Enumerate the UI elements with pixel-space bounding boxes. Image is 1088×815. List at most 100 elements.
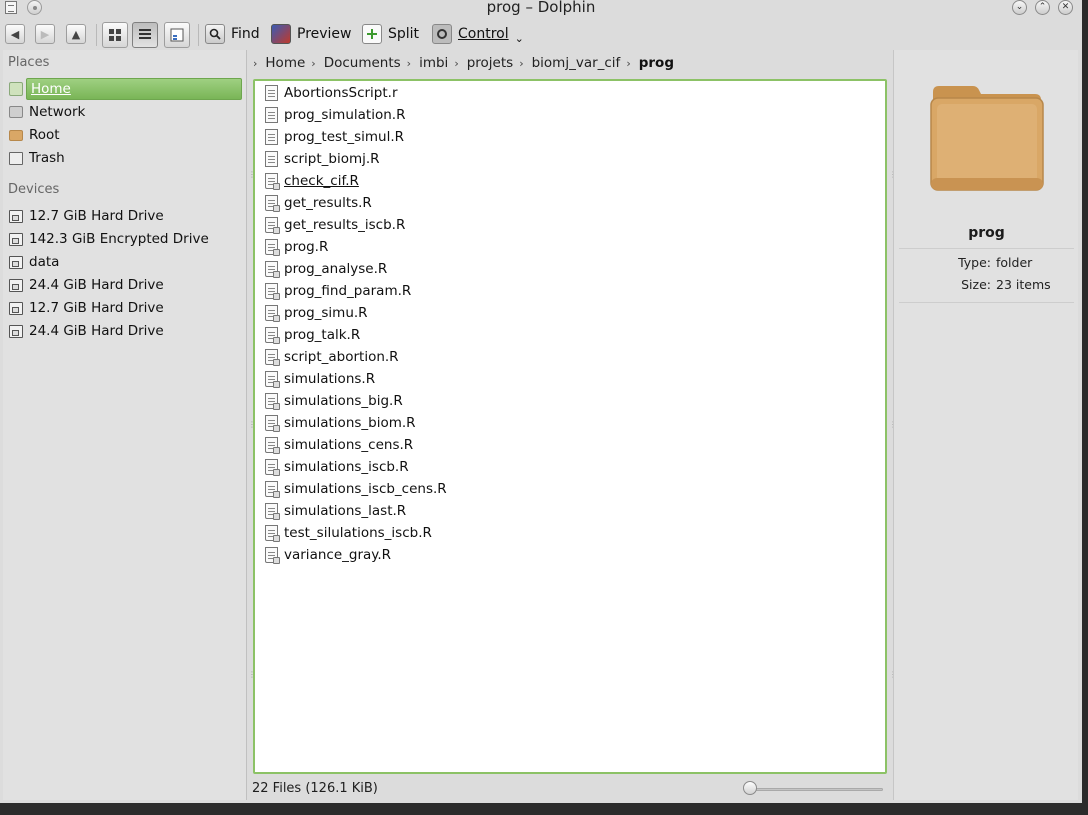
- device-item[interactable]: 24.4 GiB Hard Drive: [9, 274, 243, 296]
- script-file-icon: [265, 481, 280, 498]
- file-item[interactable]: simulations_cens.R: [265, 434, 413, 456]
- icons-view-button[interactable]: [102, 22, 128, 48]
- script-file-icon: [265, 239, 280, 256]
- chevron-right-icon: ›: [454, 56, 459, 70]
- file-name: check_cif.R: [284, 173, 359, 189]
- file-name: prog_simu.R: [284, 305, 368, 321]
- maximize-button[interactable]: ⌃: [1035, 0, 1050, 15]
- folder-icon: [9, 129, 23, 141]
- splitter-handle[interactable]: ⋮: [889, 670, 897, 679]
- columns-icon: [170, 28, 184, 42]
- split-icon: [362, 24, 382, 44]
- hard-drive-icon: [9, 324, 23, 338]
- file-item[interactable]: simulations.R: [265, 368, 375, 390]
- minimize-button[interactable]: ⌄: [1012, 0, 1027, 15]
- file-item[interactable]: test_silulations_iscb.R: [265, 522, 432, 544]
- places-heading: Places: [8, 55, 50, 70]
- columns-view-button[interactable]: [164, 22, 190, 48]
- file-item[interactable]: prog.R: [265, 236, 328, 258]
- script-file-icon: [265, 195, 280, 212]
- zoom-slider-handle[interactable]: [743, 781, 757, 795]
- up-button[interactable]: ▲: [66, 24, 86, 44]
- breadcrumb-item-home[interactable]: Home: [265, 55, 305, 71]
- forward-button[interactable]: ▶: [35, 24, 55, 44]
- script-file-icon: [265, 327, 280, 344]
- file-item[interactable]: simulations_last.R: [265, 500, 406, 522]
- places-item-root[interactable]: Root: [9, 124, 243, 146]
- file-item[interactable]: script_abortion.R: [265, 346, 399, 368]
- device-item[interactable]: 24.4 GiB Hard Drive: [9, 320, 243, 342]
- file-name: simulations_last.R: [284, 503, 407, 519]
- device-label: 142.3 GiB Encrypted Drive: [29, 231, 209, 247]
- file-item[interactable]: check_cif.R: [265, 170, 359, 192]
- status-text: 22 Files (126.1 KiB): [252, 781, 378, 796]
- breadcrumb-item-documents[interactable]: Documents: [324, 55, 401, 71]
- file-item[interactable]: variance_gray.R: [265, 544, 391, 566]
- file-name: test_silulations_iscb.R: [284, 525, 432, 541]
- file-view[interactable]: AbortionsScript.r prog_simulation.R prog…: [253, 79, 887, 774]
- splitter-handle[interactable]: ⋮: [248, 670, 256, 679]
- breadcrumb-item-prog[interactable]: prog: [639, 55, 674, 71]
- text-file-icon: [265, 85, 278, 101]
- preview-button[interactable]: Preview: [271, 22, 352, 46]
- device-item[interactable]: data: [9, 251, 243, 273]
- toolbar-separator: [198, 24, 199, 46]
- file-item[interactable]: prog_find_param.R: [265, 280, 411, 302]
- file-item[interactable]: AbortionsScript.r: [265, 82, 398, 104]
- control-button[interactable]: Control ⌄: [432, 22, 524, 46]
- splitter-handle[interactable]: ⋮: [248, 170, 256, 179]
- file-name: prog_talk.R: [284, 327, 361, 343]
- file-item[interactable]: simulations_iscb_cens.R: [265, 478, 447, 500]
- file-item[interactable]: get_results.R: [265, 192, 372, 214]
- split-button[interactable]: Split: [362, 22, 419, 46]
- file-item[interactable]: prog_talk.R: [265, 324, 360, 346]
- arrow-right-icon: ▶: [40, 27, 50, 41]
- file-item[interactable]: get_results_iscb.R: [265, 214, 405, 236]
- find-label: Find: [231, 26, 260, 42]
- splitter-handle[interactable]: ⋮: [889, 170, 897, 179]
- file-name: simulations_cens.R: [284, 437, 414, 453]
- file-item[interactable]: prog_simulation.R: [265, 104, 405, 126]
- device-item[interactable]: 12.7 GiB Hard Drive: [9, 297, 243, 319]
- information-panel: prog Type: folder Size: 23 items: [893, 50, 1078, 800]
- script-file-icon: [265, 503, 280, 520]
- zoom-slider-track[interactable]: [751, 788, 883, 791]
- breadcrumb-item-biomj-var-cif[interactable]: biomj_var_cif: [532, 55, 621, 71]
- text-file-icon: [265, 151, 278, 167]
- toolbar: ◀ ▶ ▲ Find Preview Split Control ⌄: [0, 18, 1082, 50]
- encrypted-drive-icon: [9, 232, 23, 246]
- back-button[interactable]: ◀: [5, 24, 25, 44]
- close-button[interactable]: ✕: [1058, 0, 1073, 15]
- preview-label: Preview: [297, 26, 352, 42]
- grid-icon: [109, 29, 121, 41]
- hard-drive-icon: [9, 278, 23, 292]
- arrow-left-icon: ◀: [10, 27, 20, 41]
- find-button[interactable]: Find: [205, 22, 260, 46]
- file-item[interactable]: script_biomj.R: [265, 148, 380, 170]
- splitter-handle[interactable]: ⋮: [248, 420, 256, 429]
- file-item[interactable]: prog_simu.R: [265, 302, 368, 324]
- breadcrumb-item-imbi[interactable]: imbi: [419, 55, 448, 71]
- split-label: Split: [388, 26, 420, 42]
- window-title: prog – Dolphin: [486, 0, 596, 16]
- chevron-right-icon: ›: [311, 56, 316, 70]
- title-bar[interactable]: prog – Dolphin ⌄ ⌃ ✕: [0, 0, 1082, 16]
- file-item[interactable]: simulations_biom.R: [265, 412, 416, 434]
- places-item-home[interactable]: Home: [26, 78, 242, 100]
- file-item[interactable]: simulations_big.R: [265, 390, 403, 412]
- file-item[interactable]: prog_analyse.R: [265, 258, 387, 280]
- file-item[interactable]: prog_test_simul.R: [265, 126, 404, 148]
- places-item-trash[interactable]: Trash: [9, 147, 243, 169]
- device-item[interactable]: 12.7 GiB Hard Drive: [9, 205, 243, 227]
- device-item[interactable]: 142.3 GiB Encrypted Drive: [9, 228, 243, 250]
- places-item-network[interactable]: Network: [9, 101, 243, 123]
- chevron-right-icon: ›: [626, 56, 631, 70]
- breadcrumb-item-projets[interactable]: projets: [467, 55, 513, 71]
- info-divider: [899, 248, 1074, 249]
- file-item[interactable]: simulations_iscb.R: [265, 456, 409, 478]
- dolphin-window: prog – Dolphin ⌄ ⌃ ✕ ◀ ▶ ▲ Find Preview: [0, 0, 1082, 803]
- hard-drive-icon: [9, 301, 23, 315]
- hard-drive-icon: [9, 209, 23, 223]
- splitter-handle[interactable]: ⋮: [889, 420, 897, 429]
- details-view-button[interactable]: [132, 22, 158, 48]
